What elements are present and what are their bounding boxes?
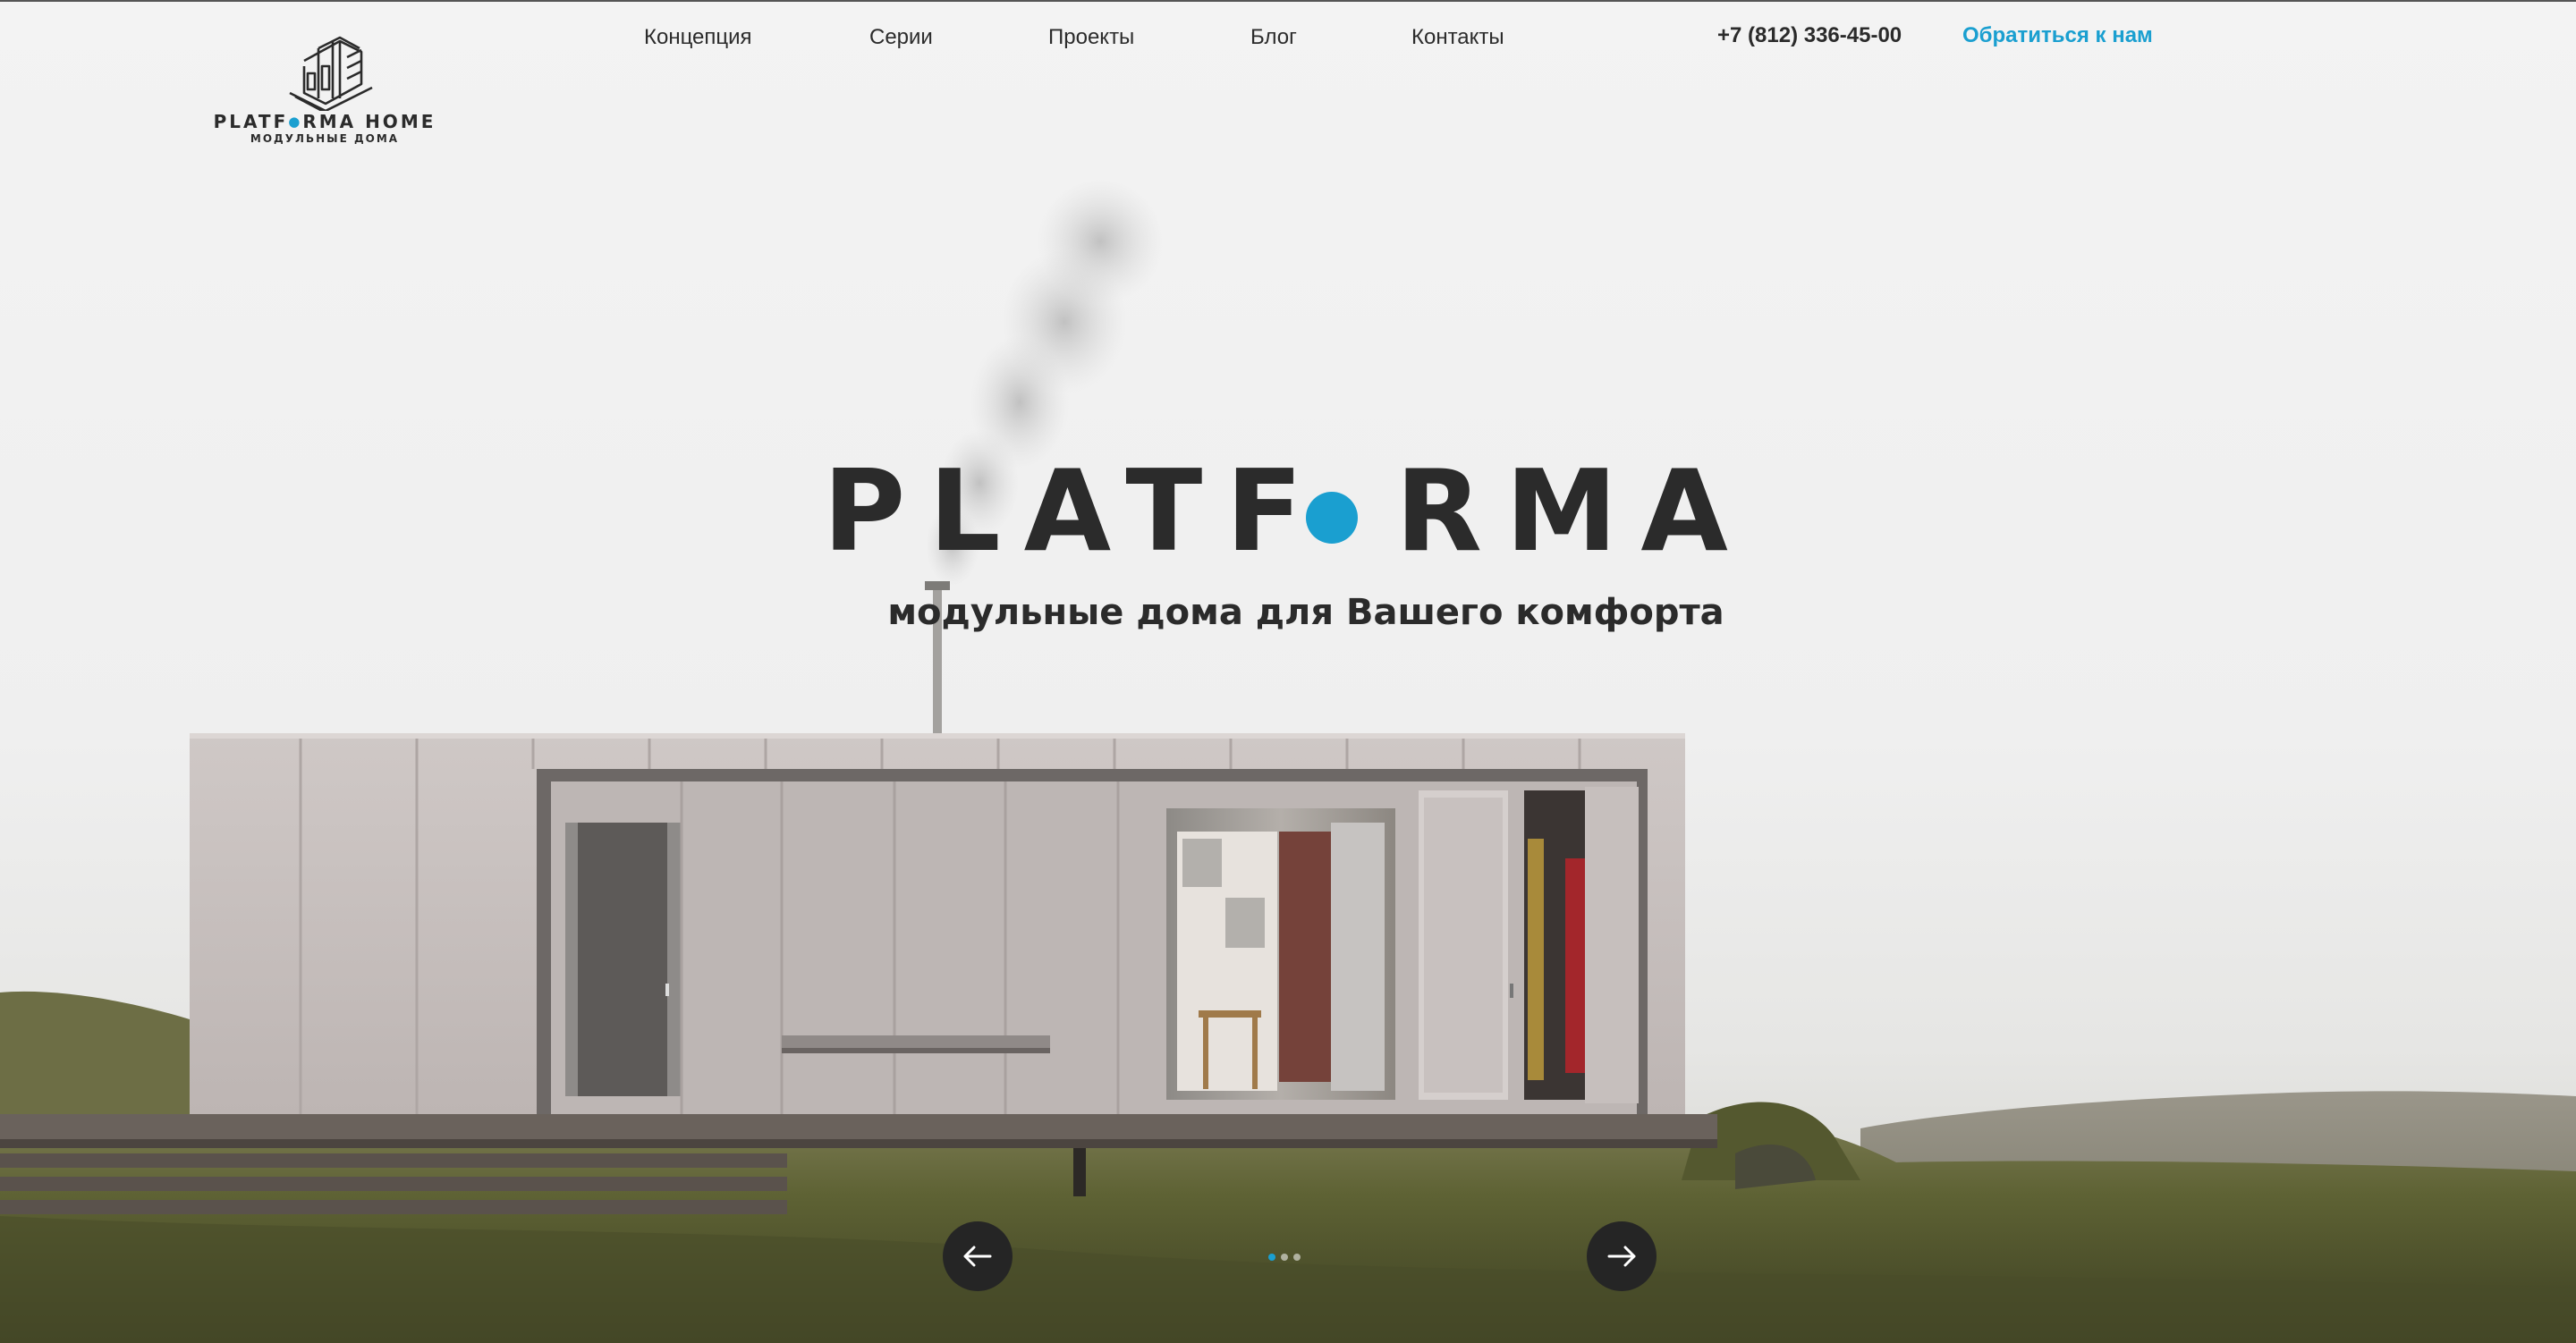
- arrow-left-icon: [963, 1246, 992, 1267]
- nav-item-projects[interactable]: Проекты: [1048, 25, 1134, 50]
- brand-title-right: RMA: [1395, 445, 1751, 577]
- brand-title-left: PLATF: [823, 445, 1326, 577]
- slider-prev-button[interactable]: [943, 1221, 1013, 1291]
- hero-tagline: модульные дома для Вашего комфорта: [887, 592, 1724, 633]
- slider-dot-2[interactable]: [1281, 1254, 1288, 1261]
- brand-dot-icon: [1306, 492, 1358, 544]
- logo-title: PLATF●RMA HOME: [213, 111, 436, 132]
- main-nav: Концепция Серии Проекты Блог Контакты: [0, 25, 2576, 55]
- logo-subtitle: МОДУЛЬНЫЕ ДОМА: [250, 132, 400, 145]
- arrow-right-icon: [1607, 1246, 1636, 1267]
- nav-item-contacts[interactable]: Контакты: [1411, 25, 1504, 50]
- hero-section: PLATF●RMA HOME МОДУЛЬНЫЕ ДОМА Концепция …: [0, 0, 2576, 1343]
- slider-dot-3[interactable]: [1293, 1254, 1301, 1261]
- nav-item-blog[interactable]: Блог: [1250, 25, 1297, 50]
- nav-item-concept[interactable]: Концепция: [644, 25, 752, 50]
- hero-brand-title: PLATF RMA: [0, 449, 2576, 574]
- top-border: [0, 0, 2576, 2]
- contact-us-button[interactable]: Обратиться к нам: [1962, 23, 2153, 48]
- slider-pagination: [1268, 1254, 1308, 1263]
- slider-dot-1[interactable]: [1268, 1254, 1275, 1261]
- slider-next-button[interactable]: [1587, 1221, 1657, 1291]
- nav-item-series[interactable]: Серии: [869, 25, 933, 50]
- phone-number[interactable]: +7 (812) 336-45-00: [1717, 23, 1902, 48]
- hero-background-image: [0, 179, 2576, 1343]
